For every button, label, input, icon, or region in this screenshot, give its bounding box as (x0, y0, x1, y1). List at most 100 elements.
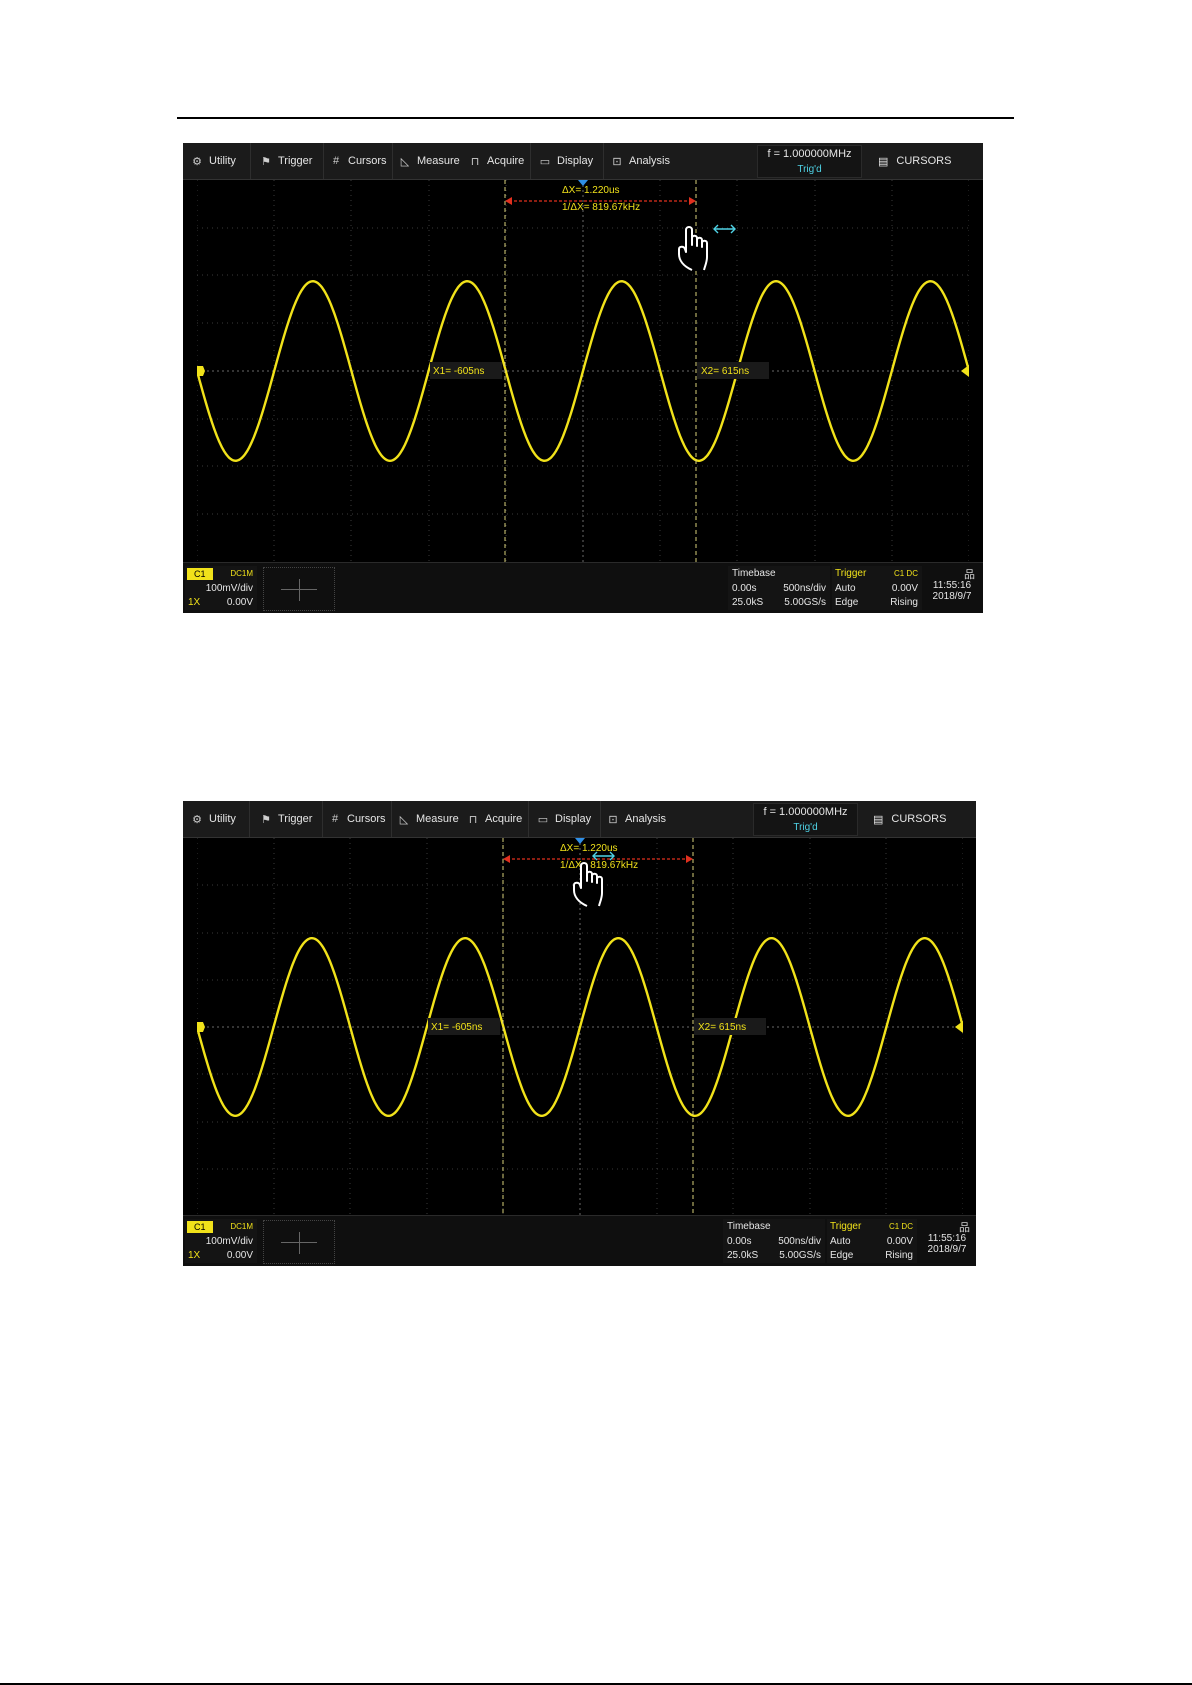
analysis-icon: ⊡ (608, 813, 618, 826)
page-top-rule (177, 117, 1014, 119)
flag-icon: ⚑ (261, 813, 271, 826)
waveform-area[interactable]: ΔX= 1.220us 1/ΔX= 819.67kHz X1= -605ns X… (197, 838, 963, 1216)
trigger-source: C1 DC (893, 569, 918, 578)
menu-measure[interactable]: ◺ Measure (398, 143, 460, 179)
oscilloscope-screen-2: ⚙ Utility ⚑ Trigger # Cursors ◺ Measure ⊓ Acq… (183, 801, 976, 1266)
menu-separator (322, 801, 323, 837)
document-icon: ▤ (873, 813, 884, 826)
trigger-source: C1 DC (888, 1222, 913, 1231)
trigger-level: 0.00V (891, 583, 918, 594)
menu-trigger[interactable]: ⚑ Trigger (259, 801, 312, 837)
channel-marker-left (197, 366, 205, 376)
trigger-panel[interactable]: Trigger C1 DC Auto 0.00V Edge Rising (827, 1219, 917, 1263)
drag-hint-arrow-icon (713, 224, 736, 234)
monitor-icon: ▭ (539, 155, 551, 168)
menu-separator (528, 801, 529, 837)
analysis-icon: ⊡ (612, 155, 622, 168)
menu-acquire[interactable]: ⊓ Acquire (466, 801, 523, 837)
trigger-title: Trigger (835, 568, 867, 579)
timebase-title: Timebase (727, 1221, 771, 1232)
grid-hash-icon: # (331, 813, 339, 825)
timebase-delay: 0.00s (732, 583, 757, 594)
trigger-status: Trig'd (797, 164, 822, 175)
ruler-triangle-icon: ◺ (399, 813, 409, 826)
menu-separator (249, 801, 250, 837)
delta-arrow-left-head (503, 855, 510, 863)
add-channel-button[interactable] (263, 1220, 335, 1264)
hand-pointer-icon (678, 226, 708, 271)
trigger-slope: Rising (890, 597, 918, 608)
channel-marker-left (197, 1022, 205, 1032)
menu-analysis[interactable]: ⊡ Analysis (610, 143, 670, 179)
menu-cursors[interactable]: # Cursors (329, 143, 387, 179)
cursor-x2-readout: X2= 615ns (698, 1022, 746, 1033)
trigger-status: Trig'd (793, 822, 818, 833)
timebase-panel[interactable]: Timebase 0.00s 500ns/div 25.0kS 5.00GS/s (723, 1219, 825, 1263)
channel-1-panel[interactable]: C1 DC1M 100mV/div 1X 0.00V (185, 1219, 257, 1263)
oscilloscope-screen-1: ⚙ Utility ⚑ Trigger # Cursors ◺ Measure ⊓ Acq… (183, 143, 983, 613)
clock-time: 11:55:16 (932, 580, 972, 591)
pulse-icon: ⊓ (468, 813, 478, 826)
cursor-x1-readout: X1= -605ns (431, 1022, 482, 1033)
channel-coupling: DC1M (230, 569, 253, 578)
timebase-panel[interactable]: Timebase 0.00s 500ns/div 25.0kS 5.00GS/s (728, 566, 830, 610)
menu-trigger[interactable]: ⚑ Trigger (259, 143, 312, 179)
menu-measure[interactable]: ◺ Measure (397, 801, 459, 837)
trigger-panel[interactable]: Trigger C1 DC Auto 0.00V Edge Rising (832, 566, 922, 610)
channel-offset: 0.00V (226, 1250, 253, 1261)
system-clock: 品 11:55:16 2018/9/7 (923, 566, 981, 610)
menu-cursors[interactable]: # Cursors (328, 801, 386, 837)
sample-rate: 5.00GS/s (784, 597, 826, 608)
waveform-area[interactable]: ΔX= 1.220us 1/ΔX= 819.67kHz X1= -605ns X… (197, 180, 969, 562)
menu-separator (600, 801, 601, 837)
waveform-display[interactable]: ΔX= 1.220us 1/ΔX= 819.67kHz X1= -605ns X… (197, 180, 969, 562)
timebase-title: Timebase (732, 568, 776, 579)
waveform-display[interactable]: ΔX= 1.220us 1/ΔX= 819.67kHz X1= -605ns X… (197, 838, 963, 1216)
menu-bar: ⚙ Utility ⚑ Trigger # Cursors ◺ Measure ⊓ Acq… (183, 143, 983, 180)
trigger-slope: Rising (885, 1250, 913, 1261)
cursor-x2-readout: X2= 615ns (701, 366, 749, 377)
channel-coupling: DC1M (230, 1222, 253, 1231)
channel-tag: C1 (187, 1221, 213, 1233)
channel-tag: C1 (187, 568, 213, 580)
cursors-mode-button[interactable]: ▤ CURSORS (873, 801, 946, 837)
channel-probe: 1X (188, 597, 201, 608)
add-channel-button[interactable] (263, 567, 335, 611)
menu-acquire[interactable]: ⊓ Acquire (468, 143, 525, 179)
channel-scale: 100mV/div (205, 583, 253, 594)
channel-1-panel[interactable]: C1 DC1M 100mV/div 1X 0.00V (185, 566, 257, 610)
delta-x-readout: ΔX= 1.220us (560, 843, 618, 854)
menu-separator (323, 143, 324, 179)
menu-analysis[interactable]: ⊡ Analysis (606, 801, 666, 837)
flag-icon: ⚑ (261, 155, 271, 168)
trigger-type: Edge (835, 597, 859, 608)
trigger-mode: Auto (830, 1236, 851, 1247)
trigger-level-marker (955, 1021, 963, 1033)
inverse-delta-x-readout: 1/ΔX= 819.67kHz (562, 202, 640, 213)
menu-separator (603, 143, 604, 179)
menu-separator (250, 143, 251, 179)
timebase-scale: 500ns/div (778, 1236, 821, 1247)
clock-date: 2018/9/7 (932, 591, 972, 602)
ruler-triangle-icon: ◺ (400, 155, 410, 168)
menu-display[interactable]: ▭ Display (538, 143, 593, 179)
cursors-mode-button[interactable]: ▤ CURSORS (878, 143, 951, 179)
menu-utility[interactable]: ⚙ Utility (190, 143, 236, 179)
menu-display[interactable]: ▭ Display (536, 801, 591, 837)
cursor-x1-readout: X1= -605ns (433, 366, 484, 377)
status-bar: C1 DC1M 100mV/div 1X 0.00V Timebase 0.00… (183, 1215, 976, 1266)
frequency-counter: f = 1.000000MHz Trig'd (753, 803, 858, 836)
menu-utility[interactable]: ⚙ Utility (190, 801, 236, 837)
gear-icon: ⚙ (192, 155, 202, 168)
status-bar: C1 DC1M 100mV/div 1X 0.00V Timebase 0.00… (183, 562, 983, 613)
trigger-type: Edge (830, 1250, 854, 1261)
network-icon: 品 (959, 1222, 970, 1234)
frequency-counter: f = 1.000000MHz Trig'd (757, 145, 862, 178)
system-clock: 品 11:55:16 2018/9/7 (918, 1219, 976, 1263)
trigger-mode: Auto (835, 583, 856, 594)
trigger-level-marker (961, 365, 969, 377)
network-icon: 品 (964, 569, 975, 581)
delta-arrow-left-head (505, 197, 512, 205)
delta-x-readout: ΔX= 1.220us (562, 185, 620, 196)
pulse-icon: ⊓ (470, 155, 480, 168)
